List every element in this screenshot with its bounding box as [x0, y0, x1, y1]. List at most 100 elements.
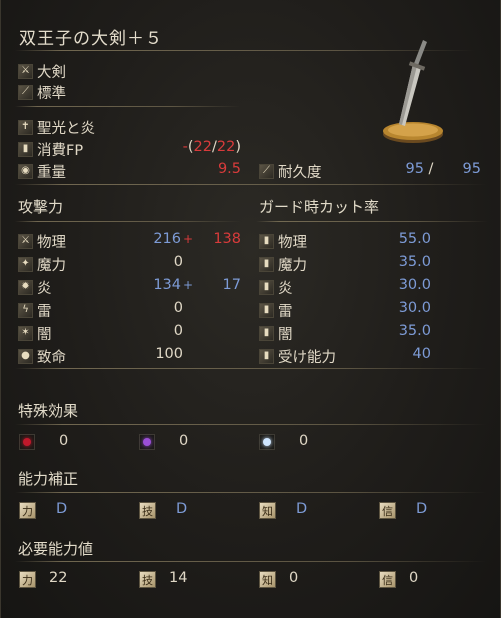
skill-name: 聖光と炎 — [37, 120, 95, 137]
scaling-grade: D — [296, 501, 308, 517]
requirements-title: 必要能力値 — [18, 540, 94, 558]
attack-label: 致命 — [37, 349, 66, 366]
info-bottom-divider — [15, 184, 487, 185]
durability-icon: ⟋ — [259, 163, 274, 179]
requirement-value: 0 — [409, 570, 419, 586]
intelligence-icon: 知 — [259, 502, 276, 519]
scaling-grade: D — [416, 501, 428, 517]
guard-value: 35.0 — [398, 323, 431, 339]
requirements-divider — [15, 561, 487, 562]
stats-bottom-divider — [15, 368, 487, 369]
durability-separator: / — [428, 161, 434, 177]
attack-label: 炎 — [37, 280, 52, 297]
guard-value: 35.0 — [398, 254, 431, 270]
effects-title: 特殊効果 — [18, 402, 79, 420]
attack-label: 闇 — [37, 326, 52, 343]
attack-label: 魔力 — [37, 257, 66, 274]
weapon-image — [383, 40, 443, 143]
intelligence-icon: 知 — [259, 571, 276, 588]
fire-guard-icon: ▮ — [259, 279, 274, 295]
attack-base-value: 0 — [173, 300, 183, 316]
guard-label: 炎 — [278, 280, 293, 297]
scaling-divider — [15, 492, 487, 493]
lightning-icon: ϟ — [18, 302, 33, 318]
attack-plus-sign: + — [183, 278, 194, 292]
dark-guard-icon: ▮ — [259, 325, 274, 341]
durability-label: 耐久度 — [278, 164, 322, 181]
guard-divider — [256, 221, 488, 222]
attack-row: ✶ 闇 — [18, 323, 52, 343]
weapon-type-row: ⚔ 大剣 — [18, 61, 66, 81]
bleed-icon — [19, 434, 35, 450]
magic-guard-icon: ▮ — [259, 256, 274, 272]
effects-divider — [15, 424, 487, 425]
slash-icon: ⟋ — [18, 84, 33, 100]
critical-icon: ● — [18, 348, 33, 364]
scaling-title: 能力補正 — [18, 470, 79, 488]
poison-icon — [139, 434, 155, 450]
dexterity-icon: 技 — [139, 571, 156, 588]
weight-row: ◉ 重量 — [18, 161, 66, 181]
strength-icon: 力 — [19, 502, 36, 519]
weight-label: 重量 — [37, 164, 66, 181]
weight-value: 9.5 — [217, 161, 241, 177]
effect-value: 0 — [179, 433, 189, 449]
attack-type: 標準 — [37, 85, 66, 102]
attack-base-value: 100 — [155, 346, 183, 362]
scaling-grade: D — [56, 501, 68, 517]
stability-icon: ▮ — [259, 348, 274, 364]
attack-type-row: ⟋ 標準 — [18, 82, 66, 102]
attack-row: ⚔ 物理 — [18, 231, 66, 251]
guard-label: 闇 — [278, 326, 293, 343]
guard-value: 30.0 — [398, 277, 431, 293]
skill-row: ✝ 聖光と炎 — [18, 117, 95, 137]
guard-value: 40 — [412, 346, 431, 362]
attack-base-value: 134 — [153, 277, 181, 293]
guard-label: 魔力 — [278, 257, 307, 274]
physical-icon: ⚔ — [18, 233, 33, 249]
physical-guard-icon: ▮ — [259, 233, 274, 249]
attack-row: ● 致命 — [18, 346, 66, 366]
guard-row: ▮ 受け能力 — [259, 346, 336, 366]
fp-cost-label: 消費FP — [37, 142, 84, 159]
faith-icon: 信 — [379, 502, 396, 519]
guard-label: 受け能力 — [278, 349, 336, 366]
magic-icon: ✦ — [18, 256, 33, 272]
durability-max: 95 — [462, 161, 481, 177]
info-divider — [15, 106, 241, 107]
frost-icon — [259, 434, 275, 450]
scaling-grade: D — [176, 501, 188, 517]
bleed-icon-dot — [23, 438, 31, 446]
fp-icon: ▮ — [18, 141, 33, 157]
attack-base-value: 216 — [153, 231, 181, 247]
attack-divider — [15, 221, 241, 222]
fire-icon: ✹ — [18, 279, 33, 295]
strength-icon: 力 — [19, 571, 36, 588]
greatsword-icon: ⚔ — [18, 63, 33, 79]
attack-title: 攻撃力 — [18, 198, 64, 216]
requirement-value: 22 — [49, 570, 68, 586]
guard-value: 30.0 — [398, 300, 431, 316]
weight-icon: ◉ — [18, 163, 33, 179]
durability-row: ⟋ 耐久度 — [259, 161, 322, 181]
guard-title: ガード時カット率 — [259, 198, 380, 216]
guard-row: ▮ 闇 — [259, 323, 293, 343]
weapon-name: 双王子の大剣＋５ — [19, 29, 163, 49]
attack-bonus-value: 17 — [222, 277, 241, 293]
effect-value: 0 — [299, 433, 309, 449]
lightning-guard-icon: ▮ — [259, 302, 274, 318]
durability-current: 95 — [405, 161, 424, 177]
guard-label: 雷 — [278, 303, 293, 320]
guard-label: 物理 — [278, 234, 307, 251]
attack-base-value: 0 — [173, 254, 183, 270]
attack-base-value: 0 — [173, 323, 183, 339]
attack-row: ϟ雷 — [18, 300, 52, 320]
attack-row: ✹ 炎 — [18, 277, 52, 297]
guard-row: ▮ 物理 — [259, 231, 307, 251]
dexterity-icon: 技 — [139, 502, 156, 519]
attack-label: 雷 — [37, 303, 52, 320]
poison-icon-dot — [143, 438, 151, 446]
effect-value: 0 — [59, 433, 69, 449]
dark-icon: ✶ — [18, 325, 33, 341]
skill-icon: ✝ — [18, 119, 33, 135]
